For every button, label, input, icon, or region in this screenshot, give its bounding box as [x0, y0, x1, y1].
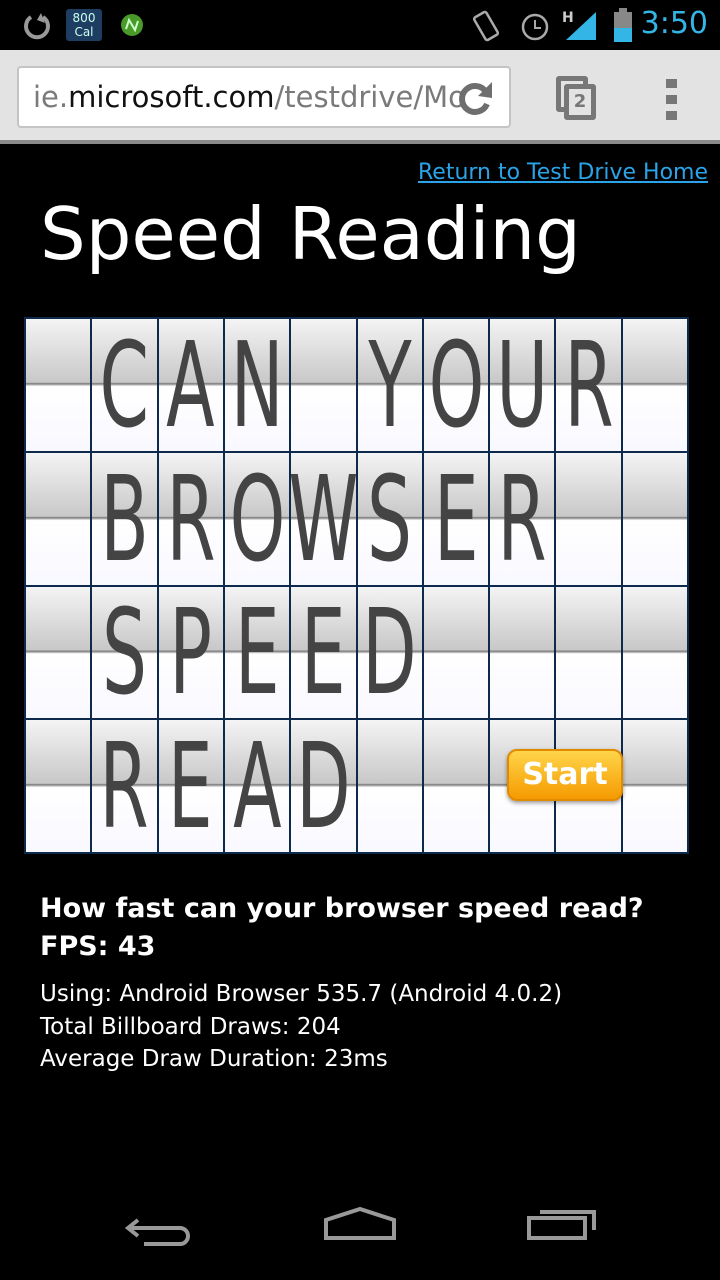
svg-text:H: H	[562, 10, 574, 26]
board-cell: E	[423, 452, 489, 585]
board-letter: D	[296, 720, 351, 852]
board-cell: B	[92, 452, 157, 585]
recent-apps-icon[interactable]	[526, 1206, 600, 1242]
board-cell: S	[357, 452, 422, 585]
cal-top: 800	[72, 11, 96, 25]
home-icon[interactable]	[322, 1206, 398, 1242]
board-letter: D	[362, 586, 417, 719]
board-letter: N	[230, 319, 284, 451]
reload-icon[interactable]	[456, 80, 494, 118]
board-cell: D	[357, 586, 422, 719]
board-cell	[357, 720, 422, 852]
board-cell	[622, 586, 687, 719]
board-cell	[291, 319, 356, 451]
board-cell: A	[224, 720, 290, 852]
cal-bottom: Cal	[74, 25, 94, 39]
return-home-link[interactable]: Return to Test Drive Home	[418, 160, 708, 185]
board-letter: U	[496, 319, 549, 451]
browser-toolbar: ie.microsoft.com/testdrive/Mo	[0, 50, 720, 144]
board-letter: E	[433, 452, 479, 585]
board-cell: E	[158, 720, 223, 852]
board-cell: R	[92, 720, 157, 852]
overflow-menu-icon[interactable]	[666, 79, 678, 127]
board-letter: O	[229, 452, 285, 585]
url-domain: microsoft.com	[68, 80, 275, 114]
board-letter: S	[367, 452, 413, 585]
board-cell: U	[490, 319, 555, 451]
board-cell	[423, 586, 489, 719]
fps: FPS: 43	[40, 931, 156, 962]
board-cell: R	[556, 319, 621, 451]
board-letter: A	[232, 720, 282, 852]
page-title: Speed Reading	[40, 192, 581, 276]
tab-count: 2	[564, 84, 596, 120]
board-cell: Y	[357, 319, 422, 451]
board-letter: E	[234, 586, 280, 719]
board-cell	[423, 720, 489, 852]
board-cell: R	[158, 452, 223, 585]
board-letter: S	[101, 586, 147, 719]
url-path: /testdrive/Mo	[274, 80, 466, 114]
board-letter: R	[497, 452, 547, 585]
avg-duration: Average Draw Duration: 23ms	[40, 1046, 388, 1072]
board-letter: P	[169, 586, 213, 719]
board-cell	[556, 452, 621, 585]
sync-icon	[24, 13, 50, 40]
board-cell: R	[490, 452, 555, 585]
question: How fast can your browser speed read?	[40, 893, 644, 924]
tabs-button[interactable]: 2	[556, 76, 598, 120]
board-cell	[490, 586, 555, 719]
board-letter: E	[300, 586, 346, 719]
board-cell: C	[92, 319, 157, 451]
using-browser: Using: Android Browser 535.7 (Android 4.…	[40, 981, 563, 1007]
board-letter: A	[166, 319, 215, 451]
board-cell: O	[423, 319, 489, 451]
board-cell	[26, 319, 91, 451]
board-letter: C	[99, 319, 150, 451]
rotate-icon	[472, 10, 500, 42]
board-cell	[26, 586, 91, 719]
board-letter: W	[291, 452, 356, 585]
status-bar: 800 Cal H 3:50	[0, 0, 720, 50]
results-info: Using: Android Browser 535.7 (Android 4.…	[40, 978, 562, 1076]
board-cell: P	[158, 586, 223, 719]
board-cell	[622, 720, 687, 852]
board-letter: B	[100, 452, 149, 585]
board-cell	[26, 720, 91, 852]
board-cell: A	[158, 319, 223, 451]
board-cell	[622, 452, 687, 585]
board-cell: O	[224, 452, 290, 585]
url-field[interactable]: ie.microsoft.com/testdrive/Mo	[17, 66, 511, 128]
battery-icon	[614, 8, 632, 42]
board-letter: E	[168, 720, 214, 852]
board-cell	[622, 319, 687, 451]
board-letter: R	[563, 319, 614, 451]
alarm-icon	[521, 13, 549, 41]
clock: 3:50	[640, 6, 708, 41]
board-letter: R	[99, 720, 150, 852]
board-letter: O	[428, 319, 484, 451]
signal-h-icon: H	[562, 10, 596, 40]
board-cell: S	[92, 586, 157, 719]
board-cell	[556, 586, 621, 719]
nav-bar	[0, 1184, 720, 1280]
board-letter: R	[166, 452, 216, 585]
board-cell: N	[224, 319, 290, 451]
board-cell: W	[291, 452, 356, 585]
board-cell: E	[224, 586, 290, 719]
results-heading: How fast can your browser speed read? FPS…	[40, 890, 644, 966]
app-n-icon	[121, 14, 143, 36]
total-draws: Total Billboard Draws: 204	[40, 1013, 341, 1040]
calorie-app-icon: 800 Cal	[66, 9, 102, 41]
start-button[interactable]: Start	[507, 749, 623, 801]
board-cell: D	[291, 720, 356, 852]
board-cell: E	[291, 586, 356, 719]
board-letter: Y	[368, 319, 412, 451]
back-icon[interactable]	[124, 1212, 196, 1252]
url-prefix: ie.	[33, 80, 69, 114]
board-cell	[26, 452, 91, 585]
